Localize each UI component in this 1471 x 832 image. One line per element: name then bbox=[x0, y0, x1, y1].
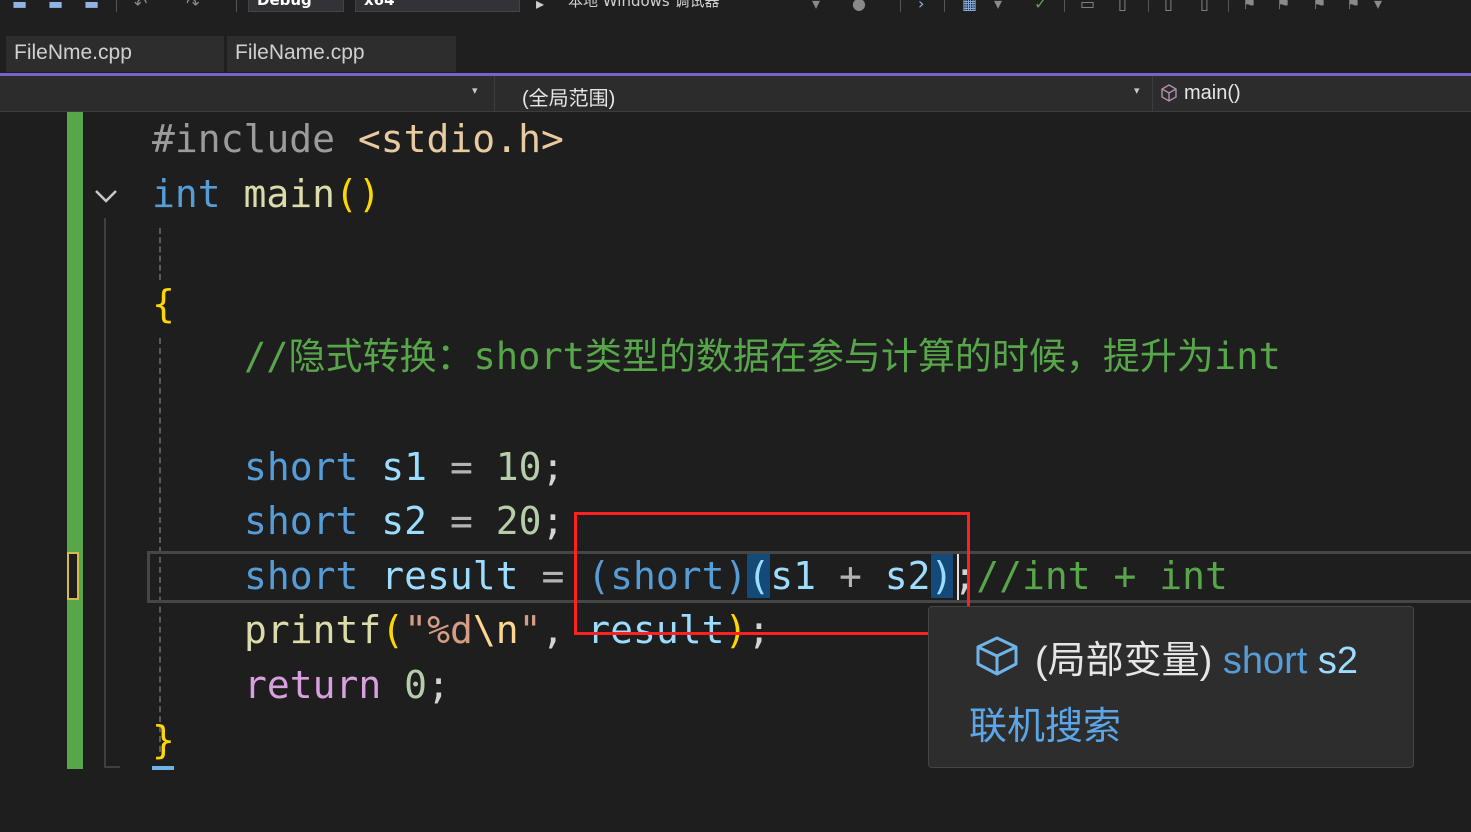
bookmark-icon[interactable]: ⚑ bbox=[1242, 0, 1256, 13]
indent-guide bbox=[159, 228, 161, 280]
start-debug-icon[interactable]: ▸ bbox=[536, 0, 544, 13]
unsaved-change-indicator bbox=[67, 552, 79, 600]
saved-change-indicator bbox=[67, 112, 83, 769]
quick-info-tooltip: (局部变量) short s2 联机搜索 bbox=[928, 606, 1414, 768]
solution-config-dropdown[interactable]: Debug bbox=[248, 0, 344, 12]
toolbar-separator bbox=[1148, 0, 1149, 12]
bookmark-clear-icon[interactable]: ⚑ bbox=[1346, 0, 1360, 13]
code-line-9: return 0; bbox=[244, 663, 450, 707]
open-file-icon[interactable]: ▬ bbox=[84, 0, 99, 13]
bookmark-prev-icon[interactable]: ⚑ bbox=[1276, 0, 1290, 13]
toolbar-separator bbox=[944, 0, 945, 12]
check-icon[interactable]: ✓ bbox=[1034, 0, 1047, 13]
tooltip-category: (局部变量) bbox=[1035, 640, 1213, 682]
collapse-chevron-icon[interactable] bbox=[92, 182, 120, 210]
scope-dropdown-arrow-icon[interactable]: ▾ bbox=[1134, 84, 1140, 97]
red-annotation-box bbox=[574, 512, 970, 635]
outline-fold-end bbox=[104, 766, 120, 768]
start-without-debug-icon[interactable]: ● bbox=[852, 0, 866, 13]
uncomment-icon[interactable]: ▯ bbox=[1200, 0, 1209, 13]
member-dropdown[interactable]: main() bbox=[1184, 82, 1241, 105]
toolbar-overflow-icon[interactable]: ▾ bbox=[1374, 0, 1382, 13]
tooltip-type: short bbox=[1222, 640, 1308, 682]
scope-dropdown[interactable]: (全局范围) bbox=[522, 82, 615, 111]
chevron-down-icon[interactable]: ▾ bbox=[994, 0, 1002, 13]
save-all-icon[interactable]: ▬ bbox=[48, 0, 63, 13]
redo-icon[interactable]: ↷ bbox=[186, 0, 199, 13]
code-line-6: short s2 = 20; bbox=[244, 499, 565, 543]
toolbar-separator bbox=[900, 0, 901, 12]
tab-filenme-cpp[interactable]: FileNme.cpp bbox=[6, 36, 224, 72]
window-icon[interactable]: ▭ bbox=[1080, 0, 1095, 13]
nav-separator bbox=[1152, 76, 1153, 112]
toolbar-separator bbox=[236, 0, 237, 12]
undo-icon[interactable]: ↶ bbox=[134, 0, 147, 13]
comment-icon[interactable]: ▯ bbox=[1164, 0, 1173, 13]
save-icon[interactable]: ▬ bbox=[12, 0, 27, 13]
toolbar: ▬ ▬ ▬ ↶ ↷ Debug x64 ▸ 本地 Windows 调试器 ▾ ●… bbox=[0, 0, 1471, 30]
project-dropdown-arrow-icon[interactable]: ▾ bbox=[472, 84, 478, 97]
toolbar-separator bbox=[1228, 0, 1229, 12]
tooltip-signature: (局部变量) short s2 bbox=[1035, 629, 1358, 684]
navigation-bar: ▾ (全局范围) ▾ main() bbox=[0, 76, 1471, 112]
online-search-link[interactable]: 联机搜索 bbox=[969, 695, 1121, 750]
document-tab-bar: FileNme.cpp FileName.cpp bbox=[0, 30, 1471, 73]
indent-guide bbox=[159, 338, 161, 752]
layout-icon[interactable]: ▯ bbox=[1118, 0, 1127, 13]
code-line-1: #include <stdio.h> bbox=[152, 117, 564, 161]
local-variable-cube-icon bbox=[976, 636, 1018, 676]
method-cube-icon bbox=[1161, 84, 1177, 102]
brace-match-underline bbox=[152, 766, 174, 770]
code-line-3: { bbox=[152, 282, 175, 326]
code-line-5: short s1 = 10; bbox=[244, 445, 565, 489]
diagnostics-icon[interactable]: ▦ bbox=[962, 0, 977, 13]
toolbar-separator bbox=[1064, 0, 1065, 12]
step-icon[interactable]: › bbox=[918, 0, 924, 13]
platform-dropdown[interactable]: x64 bbox=[355, 0, 520, 12]
code-line-4-comment: //隐式转换：short类型的数据在参与计算的时候，提升为int bbox=[244, 335, 1281, 378]
tab-filename-cpp[interactable]: FileName.cpp bbox=[227, 36, 456, 72]
tooltip-symbol-name: s2 bbox=[1317, 640, 1359, 682]
debug-target-label[interactable]: 本地 Windows 调试器 bbox=[568, 0, 720, 11]
toolbar-separator bbox=[116, 0, 117, 12]
bookmark-next-icon[interactable]: ⚑ bbox=[1312, 0, 1326, 13]
chevron-down-icon[interactable]: ▾ bbox=[812, 0, 820, 13]
outline-fold-line bbox=[104, 218, 106, 768]
code-line-2: int main() bbox=[152, 172, 381, 216]
nav-separator bbox=[494, 76, 495, 112]
code-line-10: } bbox=[152, 718, 175, 762]
